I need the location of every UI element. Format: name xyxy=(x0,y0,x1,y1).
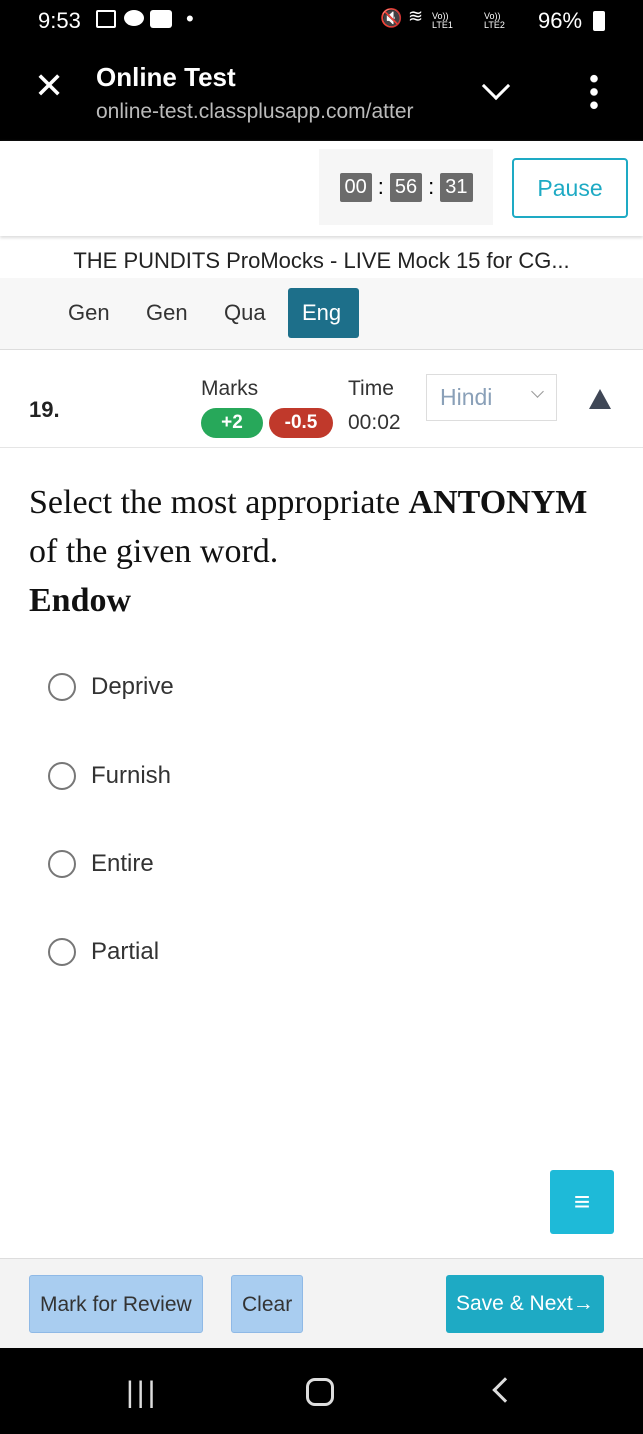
question-time: 00:02 xyxy=(348,411,401,434)
marks-label: Marks xyxy=(201,377,259,400)
question-text-part: Select the most appropriate xyxy=(29,484,409,521)
question-palette-menu-icon[interactable]: ≡ xyxy=(550,1170,614,1234)
question-text: Select the most appropriate ANTONYM of t… xyxy=(29,478,619,625)
chat-icon xyxy=(124,10,144,26)
separator: : xyxy=(377,174,384,199)
close-icon[interactable]: ✕ xyxy=(34,68,64,104)
report-warning-icon[interactable] xyxy=(589,389,611,409)
action-bar: Mark for Review Clear Save & Next→ xyxy=(0,1258,643,1348)
status-bar: 9:53 • 🔇 ≋ Vo)) LTE1 Vo)) LTE2 96% xyxy=(0,0,643,42)
pause-button[interactable]: Pause xyxy=(512,158,628,218)
option-label: Entire xyxy=(91,850,154,877)
home-icon[interactable] xyxy=(306,1378,334,1406)
radio-button[interactable] xyxy=(48,938,76,966)
time-label: Time xyxy=(348,377,394,400)
mute-icon: 🔇 xyxy=(380,8,403,28)
option-3[interactable]: Entire xyxy=(48,850,154,878)
timer-seconds: 31 xyxy=(440,172,473,202)
clear-button[interactable]: Clear xyxy=(231,1275,304,1333)
positive-marks-badge: +2 xyxy=(201,408,263,438)
chevron-down-icon xyxy=(531,385,544,398)
tab-section-2[interactable]: Gen xyxy=(132,288,202,338)
timer-hours: 00 xyxy=(339,172,372,202)
question-word: Endow xyxy=(29,582,132,619)
tab-section-1[interactable]: Gen xyxy=(54,288,124,338)
chevron-down-icon[interactable] xyxy=(481,71,511,101)
option-label: Furnish xyxy=(91,762,172,789)
timer: 00 : 56 : 31 xyxy=(319,149,493,225)
gallery-icon xyxy=(96,10,116,28)
dot-icon: • xyxy=(186,6,194,31)
url[interactable]: online-test.classplusapp.com/atter xyxy=(96,100,448,124)
radio-button[interactable] xyxy=(48,762,76,790)
separator: : xyxy=(428,174,435,199)
timer-minutes: 56 xyxy=(389,172,423,202)
youtube-icon xyxy=(150,10,172,28)
back-icon[interactable] xyxy=(492,1377,518,1403)
option-1[interactable]: Deprive xyxy=(48,673,174,701)
section-tabs: Gen Gen Qua Eng xyxy=(0,278,643,350)
question-number: 19. xyxy=(29,397,60,422)
tab-section-3[interactable]: Qua xyxy=(210,288,280,338)
language-value: Hindi xyxy=(440,384,493,410)
question-header: 19. Marks +2 -0.5 Time 00:02 Hindi xyxy=(0,351,643,448)
android-nav-bar: ||| xyxy=(0,1348,643,1434)
radio-button[interactable] xyxy=(48,673,76,701)
wifi-icon: ≋ xyxy=(408,6,424,26)
option-label: Deprive xyxy=(91,673,174,700)
tab-section-4[interactable]: Eng xyxy=(288,288,359,338)
option-2[interactable]: Furnish xyxy=(48,762,171,790)
page-title: Online Test xyxy=(96,62,236,92)
browser-toolbar: ✕ Online Test online-test.classplusapp.c… xyxy=(0,42,643,141)
option-label: Partial xyxy=(91,938,160,965)
recent-apps-icon[interactable]: ||| xyxy=(126,1376,158,1410)
battery-level: 96% xyxy=(538,8,583,33)
negative-marks-badge: -0.5 xyxy=(269,408,333,438)
question-text-part: of the given word. xyxy=(29,533,279,570)
language-select[interactable]: Hindi xyxy=(426,374,557,421)
battery-icon xyxy=(593,11,605,31)
timer-bar: 00 : 56 : 31 Pause xyxy=(0,141,643,236)
signal-lte2-icon: Vo)) LTE2 xyxy=(484,11,505,30)
question-text-bold: ANTONYM xyxy=(408,484,588,521)
clock: 9:53 xyxy=(38,8,81,33)
option-4[interactable]: Partial xyxy=(48,938,159,966)
signal-lte1-icon: Vo)) LTE1 xyxy=(432,11,453,30)
mark-for-review-button[interactable]: Mark for Review xyxy=(29,1275,203,1333)
test-title: THE PUNDITS ProMocks - LIVE Mock 15 for … xyxy=(73,248,570,273)
more-icon[interactable] xyxy=(590,72,598,112)
radio-button[interactable] xyxy=(48,850,76,878)
save-next-button[interactable]: Save & Next→ xyxy=(446,1275,604,1333)
